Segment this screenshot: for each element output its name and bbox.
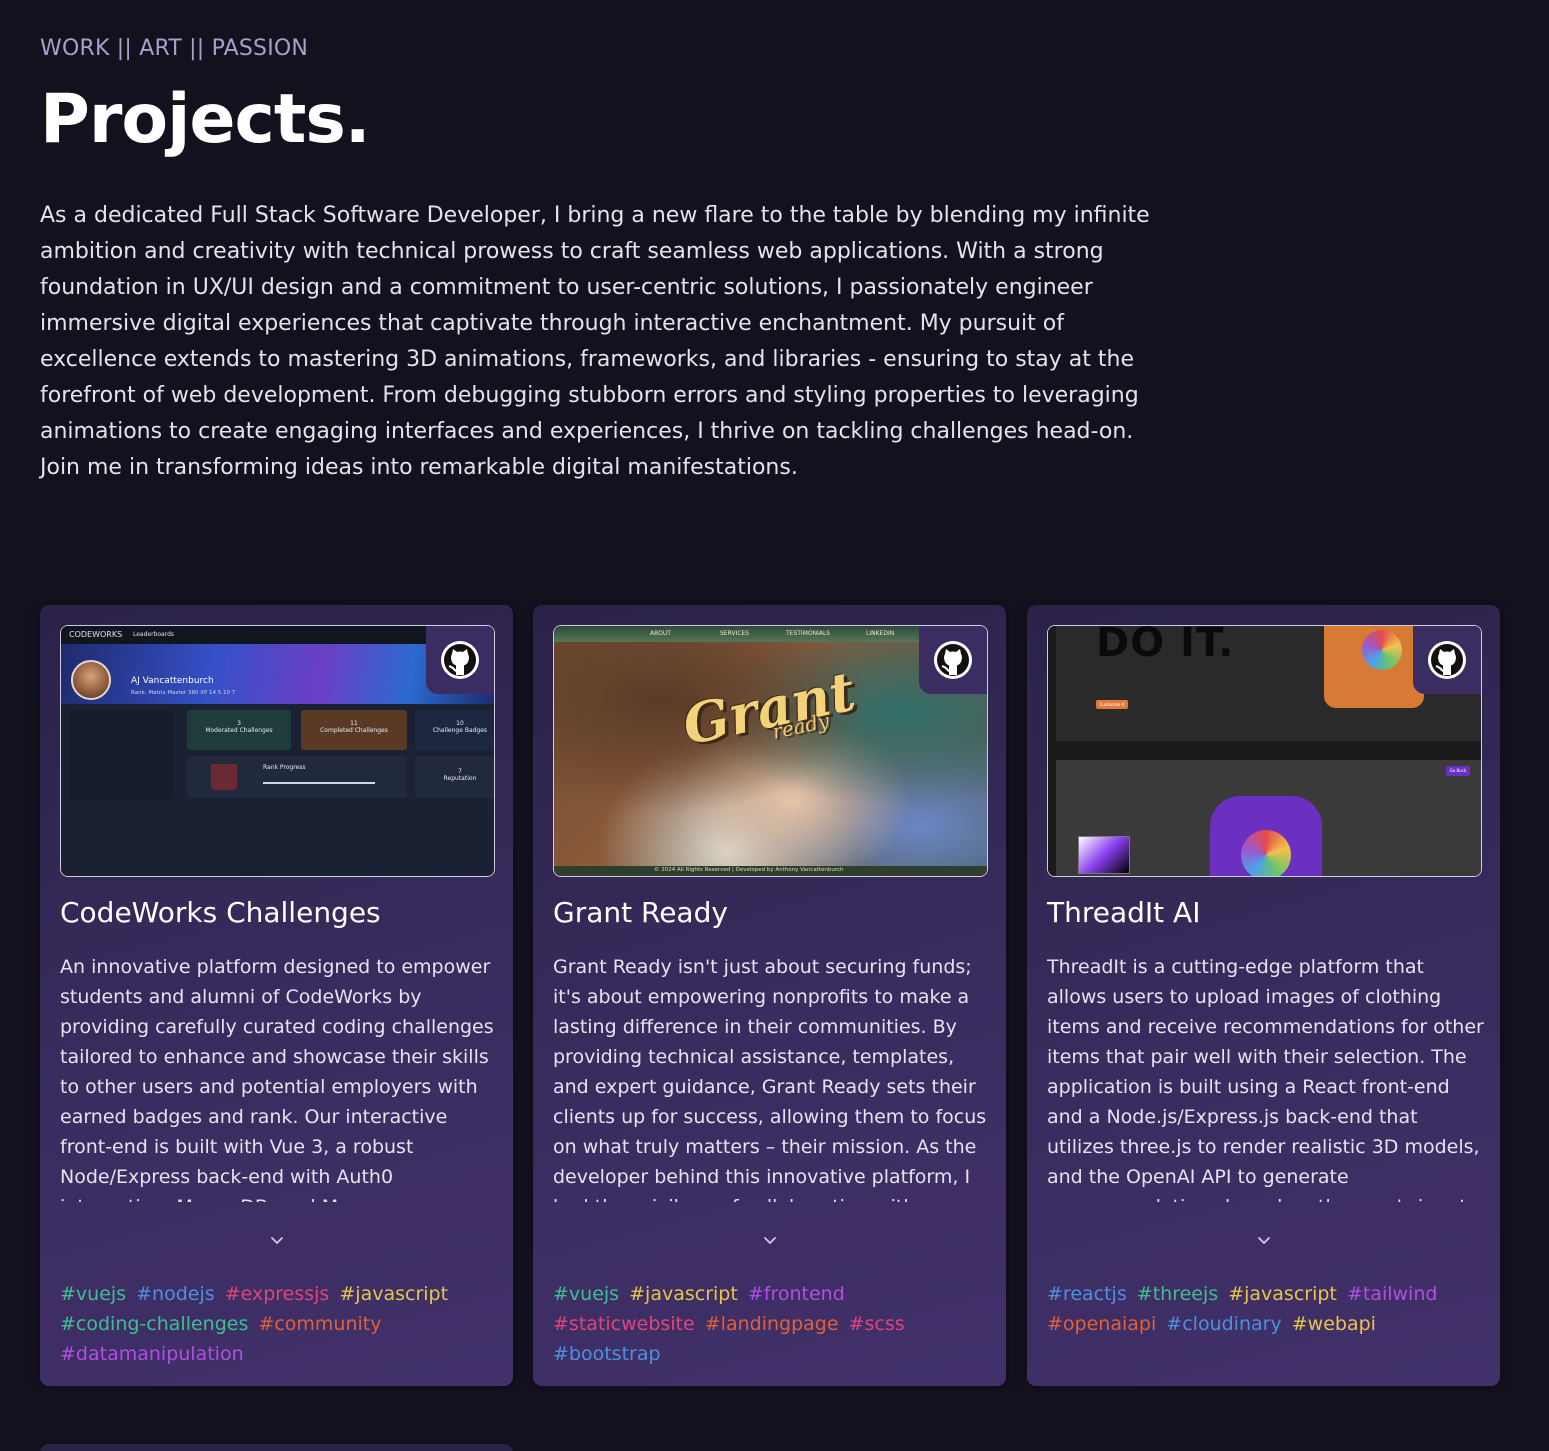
- tag: #expressjs: [224, 1283, 330, 1305]
- thumb-nav-item: LINKEDIN: [866, 630, 895, 637]
- tag: #javascript: [339, 1283, 449, 1305]
- thumb-nav-item: SERVICES: [720, 630, 750, 637]
- project-title: Grant Ready: [553, 896, 728, 929]
- tag: #vuejs: [60, 1283, 127, 1305]
- tag: #frontend: [747, 1283, 845, 1305]
- chevron-down-icon[interactable]: [269, 1233, 285, 1249]
- project-tags: #vuejs #javascript #frontend #staticwebs…: [553, 1279, 993, 1369]
- thumb-nav-item: TESTIMONIALS: [786, 630, 831, 637]
- project-description: An innovative platform designed to empow…: [60, 956, 494, 1202]
- thumb-progress-label: Rank Progress: [263, 764, 306, 771]
- project-title: CodeWorks Challenges: [60, 896, 381, 929]
- chevron-down-icon[interactable]: [762, 1233, 778, 1249]
- github-icon: [1428, 641, 1466, 679]
- projects-page: WORK || ART || PASSION Projects. As a de…: [0, 0, 1549, 1451]
- project-card-codeworks[interactable]: CODEWORKS Leaderboards AJ Vancattenburch…: [40, 605, 513, 1386]
- chevron-down-icon[interactable]: [1256, 1233, 1272, 1249]
- section-eyebrow: WORK || ART || PASSION: [40, 36, 309, 61]
- tag: #staticwebsite: [553, 1313, 695, 1335]
- project-card-threadit[interactable]: DO IT. Customize It Go Back ThreadIt AI …: [1027, 605, 1500, 1386]
- page-title: Projects.: [40, 80, 371, 159]
- thumb-customize-label: Customize It: [1099, 702, 1125, 707]
- project-card-grant-ready[interactable]: ABOUT SERVICES TESTIMONIALS LINKEDIN Gra…: [533, 605, 1006, 1386]
- project-description: ThreadIt is a cutting-edge platform that…: [1047, 956, 1484, 1202]
- intro-paragraph: As a dedicated Full Stack Software Devel…: [40, 203, 1150, 480]
- thumb-nav: Leaderboards: [133, 631, 175, 638]
- tag: #nodejs: [136, 1283, 215, 1305]
- github-link[interactable]: [1413, 626, 1481, 694]
- tag: #tailwind: [1346, 1283, 1438, 1305]
- tag: #coding-challenges: [60, 1313, 249, 1335]
- github-icon: [934, 641, 972, 679]
- tag: #webapi: [1291, 1313, 1376, 1335]
- tag: #javascript: [1228, 1283, 1337, 1305]
- thumb-nav-item: ABOUT: [650, 630, 671, 637]
- thumb-go-back-button: Go Back: [1446, 766, 1470, 776]
- project-description: Grant Ready isn't just about securing fu…: [553, 956, 987, 1202]
- project-card-partial[interactable]: [40, 1444, 513, 1451]
- thumb-tile: 10 Challenge Badges: [415, 710, 494, 750]
- tag: #community: [258, 1313, 382, 1335]
- github-link[interactable]: [426, 626, 494, 694]
- thumb-tile: 11 Completed Challenges: [301, 710, 407, 750]
- thumb-logo: CODEWORKS: [69, 630, 123, 639]
- tag: #landingpage: [704, 1313, 839, 1335]
- shirt-graphic: [1241, 830, 1291, 876]
- project-tags: #vuejs #nodejs #expressjs #javascript #c…: [60, 1279, 500, 1369]
- tag: #vuejs: [553, 1283, 620, 1305]
- thumb-go-back-label: Go Back: [1449, 768, 1467, 773]
- thumb-customize-button: Customize It: [1096, 700, 1128, 709]
- project-screenshot[interactable]: CODEWORKS Leaderboards AJ Vancattenburch…: [60, 625, 495, 877]
- project-screenshot[interactable]: ABOUT SERVICES TESTIMONIALS LINKEDIN Gra…: [553, 625, 988, 877]
- grant-ready-logo: Grant: [677, 658, 861, 758]
- tag: #javascript: [629, 1283, 738, 1305]
- github-icon: [441, 641, 479, 679]
- tag: #scss: [848, 1313, 905, 1335]
- github-link[interactable]: [919, 626, 987, 694]
- thumb-user-rank: Rank: Matrix Master 380 XP 14 5 10 7: [131, 690, 236, 696]
- project-tags: #reactjs #threejs #javascript #tailwind …: [1047, 1279, 1487, 1339]
- thumb-tile: 3 Moderated Challenges: [187, 710, 291, 750]
- thumb-headline: DO IT.: [1096, 625, 1235, 666]
- avatar: [71, 660, 111, 700]
- tag: #openaiapi: [1047, 1313, 1157, 1335]
- tag: #reactjs: [1047, 1283, 1127, 1305]
- tag: #threejs: [1136, 1283, 1219, 1305]
- tag: #datamanipulation: [60, 1343, 244, 1365]
- tag: #bootstrap: [553, 1343, 661, 1365]
- thumb-progress: Rank Progress: [187, 756, 407, 798]
- project-title: ThreadIt AI: [1047, 896, 1201, 929]
- project-screenshot[interactable]: DO IT. Customize It Go Back: [1047, 625, 1482, 877]
- thumb-user-name: AJ Vancattenburch: [131, 676, 214, 686]
- thumb-tile: 7 Reputation: [415, 756, 494, 798]
- color-picker: [1078, 836, 1130, 874]
- thumb-sidebar: [69, 710, 173, 800]
- tag: #cloudinary: [1166, 1313, 1282, 1335]
- thumb-footer: © 2024 All Rights Reserved | Developed b…: [654, 867, 844, 873]
- shirt-graphic: [1362, 630, 1402, 670]
